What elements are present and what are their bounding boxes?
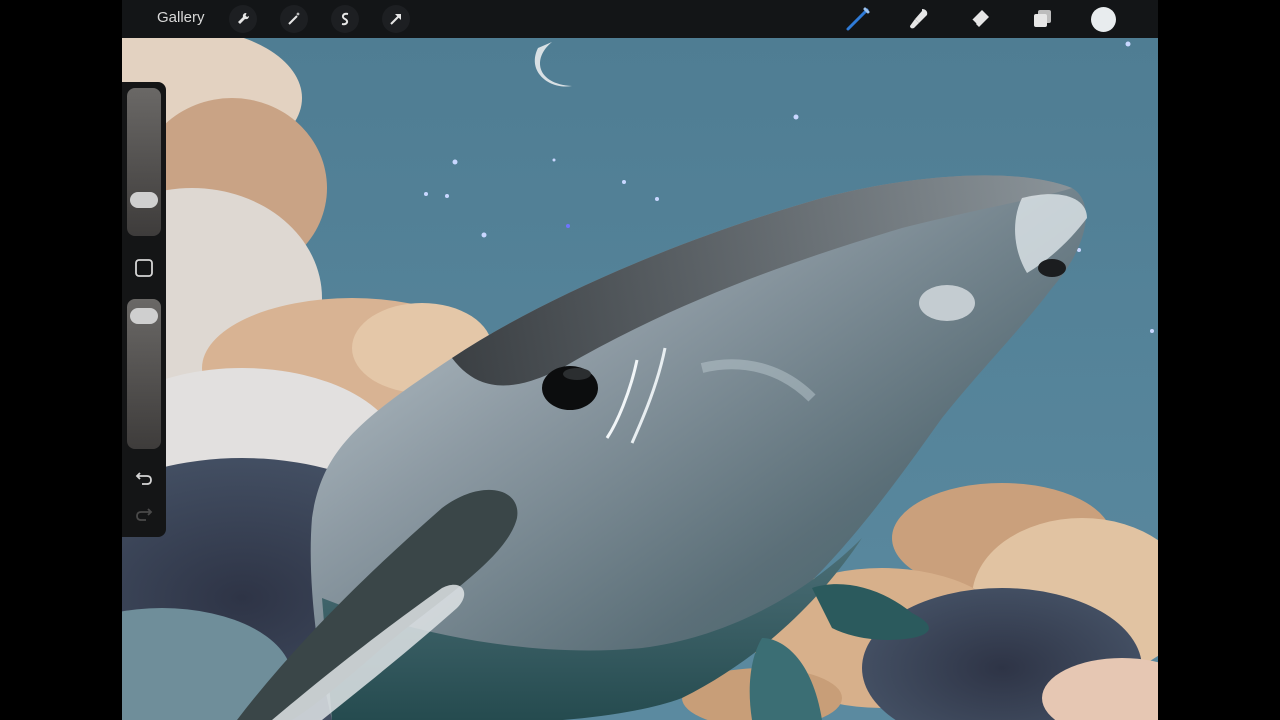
smudge-tool-button[interactable] <box>905 5 933 33</box>
layers-button[interactable] <box>1028 5 1056 33</box>
smudge-icon <box>910 9 928 29</box>
left-sidebar <box>122 82 166 537</box>
eraser-icon <box>971 10 989 27</box>
procreate-app: Gallery <box>122 0 1158 720</box>
actions-button[interactable] <box>229 5 257 33</box>
layers-icon <box>1034 10 1051 27</box>
redo-button[interactable] <box>134 504 154 524</box>
undo-icon <box>135 472 152 485</box>
redo-icon <box>136 508 153 521</box>
brush-size-slider[interactable] <box>127 88 161 236</box>
modify-button[interactable] <box>134 258 154 278</box>
magic-wand-icon <box>288 12 300 25</box>
brush-icon <box>846 7 870 31</box>
selection-icon <box>341 12 349 26</box>
selection-button[interactable] <box>331 5 359 33</box>
color-picker-button[interactable] <box>1091 7 1116 32</box>
drawing-canvas[interactable] <box>122 38 1158 720</box>
square-icon <box>135 259 153 277</box>
letterbox-left <box>0 0 122 720</box>
opacity-thumb[interactable] <box>130 308 158 325</box>
transform-arrow-icon <box>390 14 401 25</box>
brush-size-thumb[interactable] <box>130 191 158 208</box>
wrench-icon <box>238 12 250 24</box>
brush-tool-button[interactable] <box>844 5 872 33</box>
letterbox-right <box>1158 0 1280 720</box>
transform-button[interactable] <box>382 5 410 33</box>
opacity-slider[interactable] <box>127 299 161 449</box>
eraser-tool-button[interactable] <box>966 5 994 33</box>
gallery-button[interactable]: Gallery <box>157 9 205 26</box>
top-toolbar: Gallery <box>122 0 1158 38</box>
undo-button[interactable] <box>134 468 154 488</box>
adjustments-button[interactable] <box>280 5 308 33</box>
